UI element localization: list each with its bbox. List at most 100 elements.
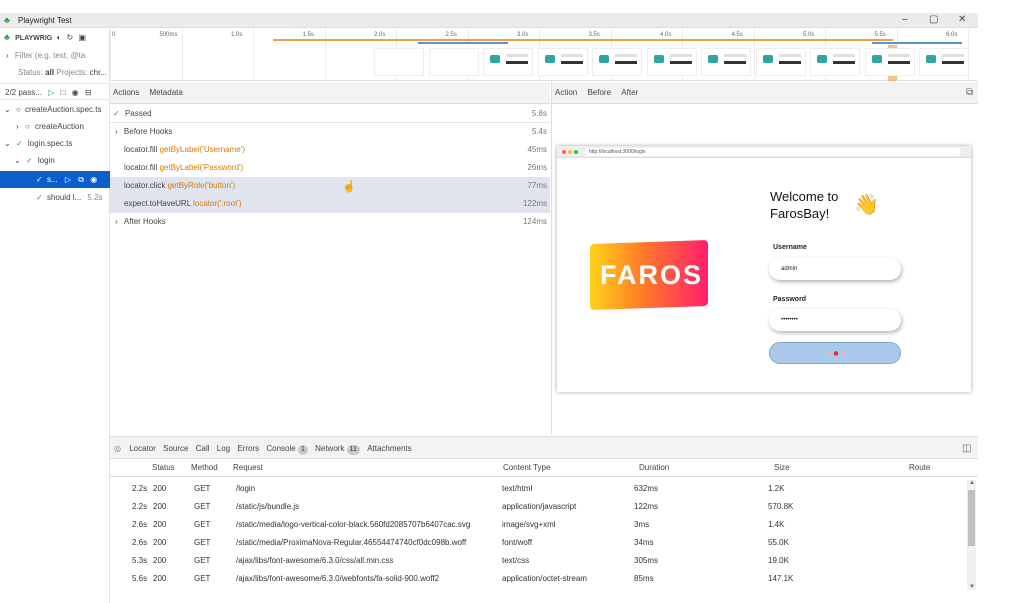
tree-item[interactable]: ⌄ ✓ login — [0, 152, 110, 169]
column-request[interactable]: Request — [233, 463, 263, 472]
circle-icon: ○ — [15, 105, 21, 114]
test-sidebar: ♣ PLAYWRIG ◐ ↻ ▣ › Filter (e.g. text, @t… — [0, 29, 110, 603]
network-cell-size: 570.8K — [768, 502, 794, 511]
network-cell-time: 5.3s — [132, 556, 148, 565]
column-route[interactable]: Route — [909, 463, 930, 472]
timeline-screenshot-thumbnail[interactable] — [864, 48, 915, 76]
tree-item[interactable]: ✓ should l... 5.2s — [0, 189, 110, 206]
filter-row[interactable]: › Filter (e.g. text, @ta — [0, 47, 110, 64]
network-cell-request: /login — [236, 484, 256, 493]
action-row-passed[interactable]: ✓ Passed 5.8s — [110, 105, 550, 123]
tab-errors[interactable]: Errors — [237, 444, 259, 453]
tab-attachments[interactable]: Attachments — [367, 444, 411, 453]
scroll-down-icon[interactable]: ▼ — [969, 584, 975, 590]
action-time: 26ms — [527, 163, 547, 172]
tab-actions[interactable]: Actions — [113, 88, 139, 97]
action-row[interactable]: › Before Hooks 5.4s — [110, 123, 550, 141]
action-row-selected[interactable]: locator.click getByRole('button') ☝ 77ms — [110, 177, 550, 195]
tab-locator[interactable]: Locator — [129, 444, 156, 453]
filter-input[interactable]: Filter (e.g. text, @ta — [15, 51, 85, 60]
collapse-all-icon[interactable]: ⊟ — [85, 88, 92, 97]
network-cell-method: GET — [194, 502, 211, 511]
network-cell-method: GET — [194, 484, 211, 493]
timeline-screenshot-thumbnail[interactable] — [919, 48, 969, 76]
column-duration[interactable]: Duration — [639, 463, 669, 472]
status-row[interactable]: Status: all Projects: chr... — [0, 64, 110, 81]
tab-metadata[interactable]: Metadata — [149, 88, 182, 97]
reload-icon[interactable]: ↻ — [67, 33, 74, 42]
network-cell-time: 2.6s — [132, 520, 148, 529]
tree-item[interactable]: ⌄ ✓ login.spec.ts — [0, 135, 110, 152]
watch-icon[interactable]: ◉ — [72, 88, 79, 97]
tree-item-label: should l... — [46, 193, 82, 202]
network-cell-size: 1.4K — [768, 520, 785, 529]
network-badge: 11 — [346, 445, 360, 455]
network-cell-type: application/octet-stream — [502, 574, 587, 583]
tree-item-label: login.spec.ts — [27, 139, 73, 148]
tree-item-selected[interactable]: ✓ s... ▷ ⧉ ◉ — [0, 171, 110, 188]
status-value[interactable]: all — [45, 68, 54, 77]
cursor-hand-icon: ☝ — [342, 181, 356, 193]
tab-before[interactable]: Before — [587, 88, 611, 97]
tab-action[interactable]: Action — [555, 88, 577, 97]
username-field[interactable]: admin — [769, 258, 901, 280]
open-external-icon[interactable]: ⧉ — [966, 82, 973, 104]
tab-source[interactable]: Source — [163, 444, 188, 453]
close-button[interactable]: ✕ — [958, 14, 966, 25]
tree-item-label: s... — [46, 175, 58, 184]
tree-item[interactable]: › ○ createAuction — [0, 118, 110, 135]
timeline-tick-label: 3.5s — [588, 32, 600, 38]
column-content-type[interactable]: Content Type — [503, 463, 550, 472]
timeline-screenshot-thumbnail[interactable] — [592, 48, 642, 76]
timeline[interactable]: 0 500ms 1.0s 1.5s 2.0s 2.5s 3.0s 3.5s 4.0s 4.5s 5.… — [110, 29, 978, 81]
theme-toggle-icon[interactable]: ◐ — [56, 33, 61, 42]
stop-icon[interactable]: □ — [61, 88, 66, 97]
timeline-screenshot-thumbnail[interactable] — [810, 48, 860, 76]
tab-log[interactable]: Log — [217, 444, 230, 453]
projects-value[interactable]: chr... — [90, 68, 107, 77]
settings-icon[interactable]: ▣ — [78, 33, 86, 42]
column-method[interactable]: Method — [191, 463, 218, 472]
scrollbar-thumb[interactable] — [968, 490, 975, 546]
maximize-button[interactable]: ▢ — [929, 14, 938, 25]
timeline-screenshot-thumbnail[interactable] — [646, 48, 697, 76]
watch-icon[interactable]: ◉ — [90, 175, 97, 184]
timeline-screenshot-thumbnail[interactable] — [483, 48, 533, 76]
timeline-screenshot-thumbnail[interactable] — [755, 48, 806, 76]
timeline-screenshot-thumbnail[interactable] — [374, 48, 424, 76]
timeline-network-bar — [872, 42, 962, 44]
action-row[interactable]: expect.toHaveURL locator(':root') 122ms — [110, 195, 550, 213]
bottom-tabs: ◎ Locator Source Call Log Errors Console… — [110, 436, 978, 459]
column-size[interactable]: Size — [774, 463, 790, 472]
action-row[interactable]: › After Hooks 124ms — [110, 213, 550, 231]
tab-console[interactable]: Console — [266, 444, 295, 453]
tab-after[interactable]: After — [621, 88, 638, 97]
open-trace-icon[interactable]: ⧉ — [78, 175, 84, 184]
run-all-icon[interactable]: ▷ — [48, 88, 54, 97]
timeline-screenshot-thumbnail[interactable] — [701, 48, 751, 76]
target-icon[interactable]: ◎ — [114, 444, 121, 453]
tab-network[interactable]: Network — [315, 444, 344, 453]
summary-row: 2/2 pass... ▷ □ ◉ ⊟ — [0, 83, 110, 100]
action-row[interactable]: locator.fill getByLabel('Password') 26ms — [110, 159, 550, 177]
tree-item-label: createAuction.spec.ts — [25, 105, 102, 114]
table-divider — [110, 476, 978, 477]
timeline-network-bar — [418, 42, 508, 44]
timeline-screenshot-thumbnail[interactable] — [428, 48, 479, 76]
tree-item[interactable]: ⌄ ○ createAuction.spec.ts — [0, 101, 110, 118]
login-button[interactable] — [769, 342, 901, 364]
action-text: locator.click — [124, 181, 166, 190]
scroll-up-icon[interactable]: ▲ — [969, 480, 975, 486]
action-time: 124ms — [522, 217, 547, 226]
minimize-button[interactable]: – — [902, 14, 908, 25]
timeline-screenshot-thumbnail[interactable] — [537, 48, 588, 76]
timeline-tick-label: 6.0s — [946, 32, 958, 38]
toggle-sidebar-icon[interactable]: ◫ — [962, 437, 971, 460]
column-status[interactable]: Status — [152, 463, 175, 472]
password-field[interactable]: •••••••• — [769, 309, 901, 331]
chevron-down-icon: ⌄ — [14, 156, 21, 165]
run-icon[interactable]: ▷ — [65, 175, 71, 184]
action-row[interactable]: locator.fill getByLabel('Username') 45ms — [110, 141, 550, 159]
network-cell-type: text/html — [502, 484, 533, 493]
tab-call[interactable]: Call — [196, 444, 210, 453]
